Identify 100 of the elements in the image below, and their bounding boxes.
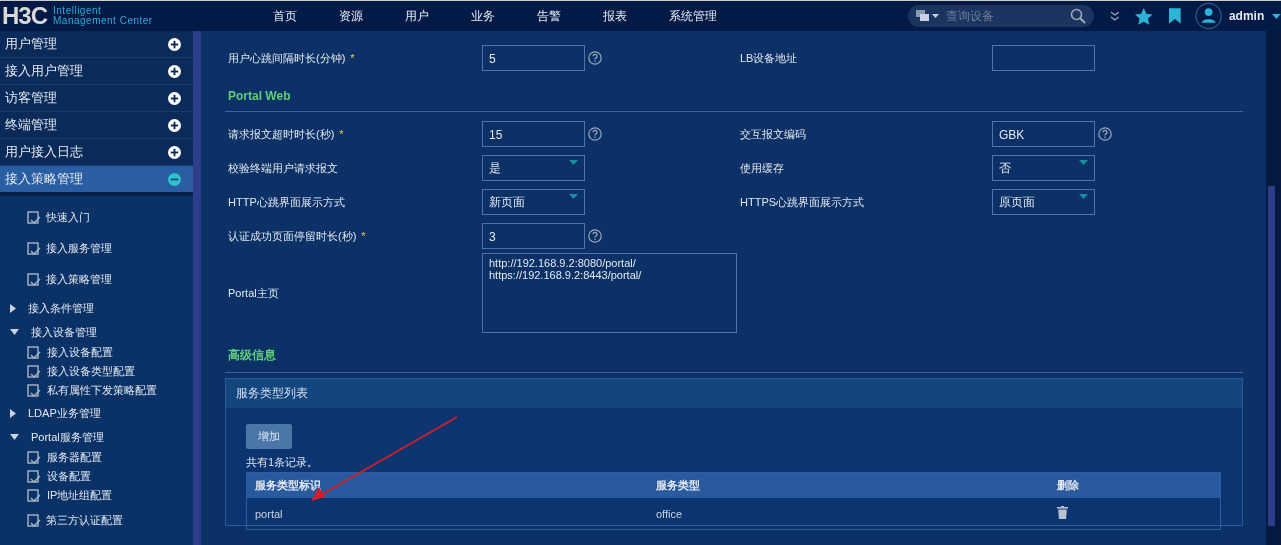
double-chevron-icon[interactable] bbox=[1109, 11, 1120, 21]
field-label: Portal主页 bbox=[228, 286, 279, 299]
table-cell: portal bbox=[246, 498, 648, 530]
record-count: 共有1条记录。 bbox=[246, 455, 320, 470]
caret-icon bbox=[569, 160, 578, 165]
dropdown[interactable]: 新页面 bbox=[482, 189, 585, 215]
triangle-right-icon[interactable] bbox=[10, 408, 16, 418]
document-icon bbox=[27, 469, 41, 484]
field-label: 认证成功页面停留时长(秒) bbox=[228, 229, 357, 242]
search-field[interactable]: 查询设备 bbox=[943, 8, 1066, 24]
field-label: 交互报文编码 bbox=[740, 127, 806, 140]
sidebar-menu[interactable]: 访客管理 bbox=[0, 85, 193, 112]
sidebar-menu[interactable]: 用户接入日志 bbox=[0, 139, 193, 166]
scrollbar[interactable] bbox=[193, 31, 201, 545]
search-bar[interactable]: 查询设备 bbox=[907, 5, 1094, 27]
help-icon[interactable] bbox=[588, 229, 602, 243]
nav-item[interactable]: 资源 bbox=[338, 7, 363, 25]
required-mark: * bbox=[361, 229, 366, 242]
sidebar-group[interactable]: Portal服务管理 bbox=[0, 426, 193, 448]
sidebar-item[interactable]: 接入设备配置 bbox=[0, 343, 193, 362]
expand-icon[interactable] bbox=[168, 145, 181, 159]
expand-icon[interactable] bbox=[168, 37, 181, 51]
field-label: HTTPS心跳界面展示方式 bbox=[740, 195, 865, 208]
scrollbar[interactable] bbox=[1266, 31, 1281, 545]
dropdown[interactable]: 否 bbox=[992, 155, 1095, 181]
field-label: HTTP心跳界面展示方式 bbox=[228, 195, 345, 208]
triangle-down-icon[interactable] bbox=[10, 434, 19, 440]
sidebar-item[interactable]: 设备配置 bbox=[0, 467, 193, 486]
triangle-right-icon[interactable] bbox=[10, 303, 16, 313]
input-field[interactable] bbox=[992, 45, 1095, 71]
sidebar-item[interactable]: 接入服务管理 bbox=[0, 233, 193, 264]
text-area[interactable]: http://192.168.9.2:8080/portal/ https://192.168.9.2:8443/portal/ bbox=[482, 253, 737, 333]
column-header: 服务类型 bbox=[648, 472, 1049, 498]
document-icon bbox=[27, 210, 41, 225]
triangle-down-icon[interactable] bbox=[10, 329, 19, 335]
sidebar-menu[interactable]: 接入策略管理 bbox=[0, 166, 193, 196]
bookmark-icon[interactable] bbox=[1169, 8, 1181, 24]
field-label: 使用缓存 bbox=[740, 161, 784, 174]
field-label: 校验终端用户请求报文 bbox=[228, 161, 338, 174]
sidebar-menu[interactable]: 用户管理 bbox=[0, 31, 193, 58]
required-mark: * bbox=[350, 51, 355, 64]
sidebar-group[interactable]: 接入条件管理 bbox=[0, 297, 193, 319]
document-icon bbox=[27, 383, 41, 398]
nav-item[interactable]: 首页 bbox=[272, 7, 297, 25]
sidebar-group[interactable]: 接入设备管理 bbox=[0, 321, 193, 343]
field-label: 请求报文超时时长(秒) bbox=[228, 127, 335, 140]
monitor-icon[interactable] bbox=[915, 9, 940, 23]
sidebar-item[interactable]: 服务器配置 bbox=[0, 448, 193, 467]
nav-item[interactable]: 用户 bbox=[404, 7, 429, 25]
document-icon bbox=[27, 488, 41, 503]
field-label: 用户心跳间隔时长(分钟) bbox=[228, 51, 346, 64]
document-icon bbox=[27, 241, 41, 256]
user-avatar-icon[interactable] bbox=[1194, 2, 1222, 30]
sidebar-item[interactable]: 第三方认证配置 bbox=[0, 505, 193, 536]
expand-icon[interactable] bbox=[168, 118, 181, 132]
caret-icon bbox=[1079, 194, 1088, 199]
sidebar-item[interactable]: 接入策略管理 bbox=[0, 264, 193, 295]
trash-icon[interactable] bbox=[1057, 506, 1068, 519]
sidebar-item[interactable]: IP地址组配置 bbox=[0, 486, 193, 505]
sidebar-group[interactable]: LDAP业务管理 bbox=[0, 402, 193, 424]
column-header: 删除 bbox=[1049, 472, 1221, 498]
collapse-icon[interactable] bbox=[168, 172, 181, 186]
section-title: 高级信息 bbox=[225, 333, 1243, 373]
search-icon[interactable] bbox=[1069, 8, 1086, 24]
sidebar-item[interactable]: 接入设备类型配置 bbox=[0, 362, 193, 381]
nav-item[interactable]: 业务 bbox=[470, 7, 495, 25]
star-icon[interactable] bbox=[1135, 7, 1153, 25]
document-icon bbox=[27, 513, 41, 528]
field-label: LB设备地址 bbox=[740, 51, 798, 64]
sidebar-menu[interactable]: 终端管理 bbox=[0, 112, 193, 139]
document-icon bbox=[27, 272, 41, 287]
input-field[interactable]: GBK bbox=[992, 121, 1095, 147]
document-icon bbox=[27, 364, 41, 379]
input-field[interactable]: 15 bbox=[482, 121, 585, 147]
dropdown[interactable]: 原页面 bbox=[992, 189, 1095, 215]
document-icon bbox=[27, 450, 41, 465]
nav-item[interactable]: 告警 bbox=[536, 7, 561, 25]
panel-title: 服务类型列表 bbox=[226, 379, 1242, 408]
dropdown[interactable]: 是 bbox=[482, 155, 585, 181]
help-icon[interactable] bbox=[588, 51, 602, 65]
sidebar-item[interactable]: 私有属性下发策略配置 bbox=[0, 381, 193, 400]
sidebar-item[interactable]: 快速入门 bbox=[0, 202, 193, 233]
table-cell: office bbox=[648, 498, 1049, 530]
sidebar-menu[interactable]: 接入用户管理 bbox=[0, 58, 193, 85]
caret-icon bbox=[569, 194, 578, 199]
document-icon bbox=[27, 345, 41, 360]
nav-item[interactable]: 报表 bbox=[602, 7, 627, 25]
expand-icon[interactable] bbox=[168, 91, 181, 105]
nav-item[interactable]: 系统管理 bbox=[668, 7, 717, 25]
expand-icon[interactable] bbox=[168, 64, 181, 78]
required-mark: * bbox=[339, 127, 344, 140]
add-button[interactable]: 增加 bbox=[246, 424, 292, 449]
help-icon[interactable] bbox=[1098, 127, 1112, 141]
caret-icon bbox=[1079, 160, 1088, 165]
caret-icon[interactable] bbox=[1272, 13, 1281, 19]
help-icon[interactable] bbox=[588, 127, 602, 141]
user-name[interactable]: admin bbox=[1228, 9, 1265, 23]
column-header: 服务类型标识 bbox=[246, 472, 648, 498]
input-field[interactable]: 5 bbox=[482, 45, 585, 71]
input-field[interactable]: 3 bbox=[482, 223, 585, 249]
